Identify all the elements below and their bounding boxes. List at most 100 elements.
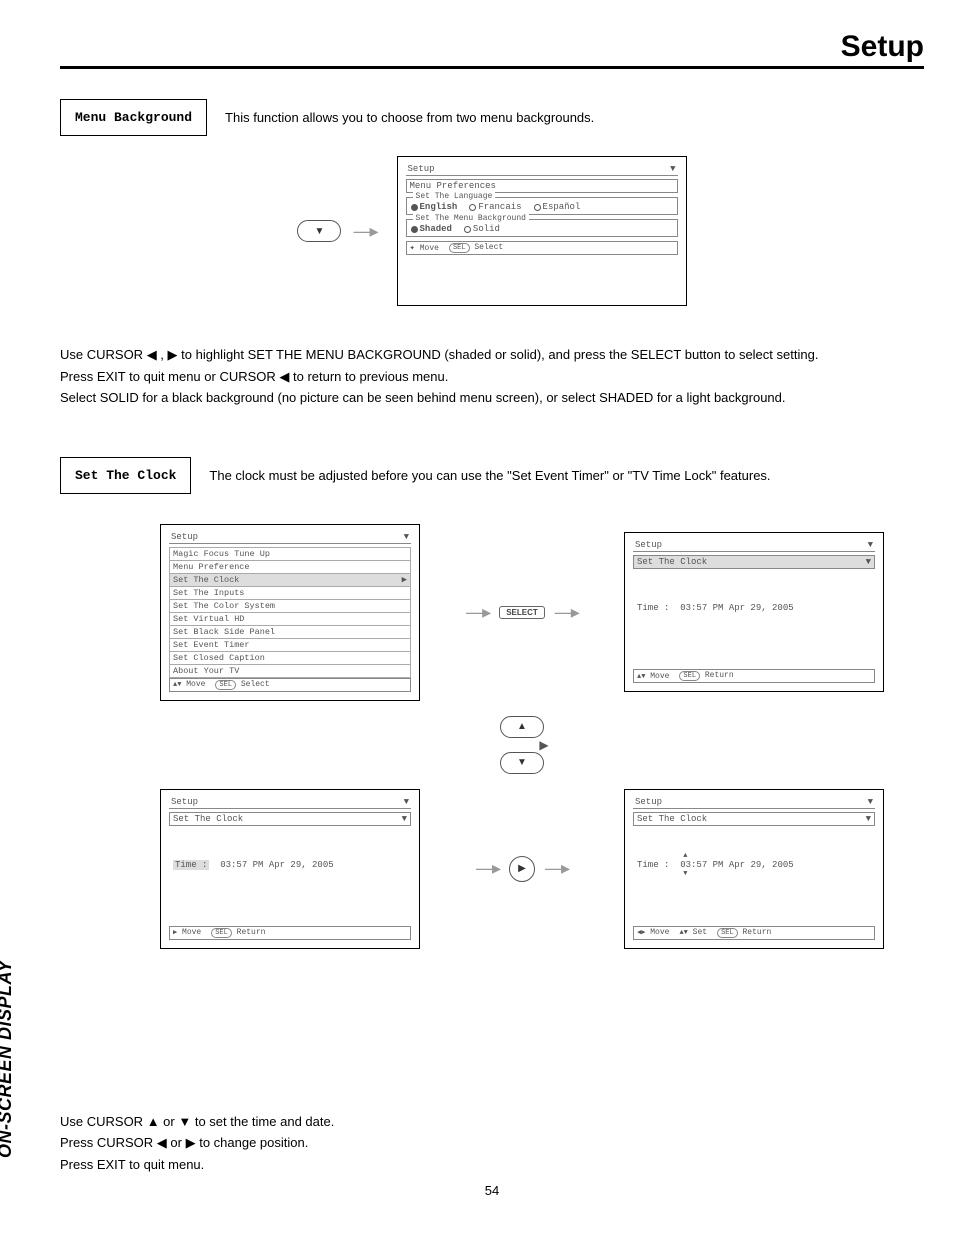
sel-chip: SEL bbox=[679, 671, 700, 681]
arrow-right-icon: —▸ bbox=[555, 602, 578, 623]
osd-title: Setup bbox=[635, 797, 662, 807]
leftright-icon: ◀▶ bbox=[637, 929, 645, 937]
osd-clock-time-hi: Setup ▼ Set The Clock▼ Time : 03:57 PM Ap… bbox=[160, 789, 420, 949]
sel-chip: SEL bbox=[449, 243, 470, 253]
group-label-language: Set The Language bbox=[413, 192, 496, 201]
right-icon: ▶ bbox=[173, 929, 177, 937]
down-icon: ▼ bbox=[178, 1114, 191, 1129]
page-number: 54 bbox=[60, 1183, 924, 1198]
page-title: Setup bbox=[60, 30, 924, 69]
chevron-down-icon: ▼ bbox=[868, 540, 873, 550]
radio-filled-icon bbox=[411, 226, 418, 233]
radio-solid: Solid bbox=[464, 224, 500, 234]
osd-subtitle: Set The Clock▼ bbox=[633, 812, 875, 826]
remote-right-button: ▶ bbox=[509, 856, 535, 882]
arrow-right-icon: —▸ bbox=[466, 602, 489, 623]
clock-flow: Setup ▼ Magic Focus Tune Up Menu Preferen… bbox=[160, 524, 884, 949]
osd-title: Setup bbox=[171, 532, 198, 542]
radio-filled-icon bbox=[411, 204, 418, 211]
arrow-right-icon: —▸ bbox=[353, 221, 376, 242]
arrow-right-icon: —▸ bbox=[476, 858, 499, 879]
arrow-right-icon: —▸ bbox=[545, 858, 568, 879]
up-icon: ▲ bbox=[147, 1114, 160, 1129]
callout-set-clock: Set The Clock bbox=[60, 457, 191, 494]
osd-title: Setup bbox=[635, 540, 662, 550]
updown-icon: ▲▼ bbox=[173, 681, 181, 689]
left-icon: ◀ bbox=[157, 1135, 167, 1150]
osd-title: Setup bbox=[171, 797, 198, 807]
list-item: Set Virtual HD bbox=[169, 613, 411, 626]
osd-footer: ▲▼ Move SEL Return bbox=[633, 669, 875, 683]
chevron-down-icon: ▼ bbox=[404, 797, 409, 807]
remote-center: ▲ ▶ ▼ bbox=[160, 716, 884, 774]
chevron-down-icon: ▼ bbox=[404, 532, 409, 542]
intro-set-clock: The clock must be adjusted before you ca… bbox=[209, 468, 770, 483]
updown-icon: ▲▼ bbox=[637, 673, 645, 681]
left-icon: ◀ bbox=[279, 369, 289, 384]
right-icon: ▶ bbox=[518, 863, 526, 874]
right-icon: ▶ bbox=[402, 575, 407, 585]
time-label-highlighted: Time : bbox=[173, 860, 209, 870]
clock-instruction-1: Use CURSOR ▲ or ▼ to set the time and da… bbox=[60, 1113, 924, 1131]
osd-menu-preferences: Setup▼ Menu Preferences Set The Language… bbox=[397, 156, 687, 306]
list-item: Set Black Side Panel bbox=[169, 626, 411, 639]
radio-empty-icon bbox=[469, 204, 476, 211]
right-icon: ▶ bbox=[186, 1135, 196, 1150]
group-label-bg: Set The Menu Background bbox=[413, 214, 529, 223]
remote-up-button: ▲ bbox=[500, 716, 544, 738]
updown-icon: ▲▼ bbox=[679, 929, 687, 937]
osd-setup-list: Setup ▼ Magic Focus Tune Up Menu Preferen… bbox=[160, 524, 420, 701]
clock-instruction-3: Press EXIT to quit menu. bbox=[60, 1156, 924, 1174]
remote-down-button: ▼ bbox=[297, 220, 341, 242]
list-item: Menu Preference bbox=[169, 561, 411, 574]
sel-chip: SEL bbox=[717, 928, 738, 938]
osd-title: Setup bbox=[408, 164, 435, 174]
right-icon: ▶ bbox=[168, 347, 178, 362]
sidebar-label: ON-SCREEN DISPLAY bbox=[0, 960, 16, 1158]
radio-espanol: Español bbox=[534, 202, 581, 212]
chevron-down-icon: ▼ bbox=[315, 226, 325, 237]
osd-clock-edit: Setup ▼ Set The Clock▼ Time : ▲03▼:57 PM … bbox=[624, 789, 884, 949]
chevron-down-icon: ▼ bbox=[868, 797, 873, 807]
osd-footer: ✦ Move SEL Select bbox=[406, 241, 678, 255]
list-item: Magic Focus Tune Up bbox=[169, 547, 411, 561]
osd-subtitle: Set The Clock▼ bbox=[169, 812, 411, 826]
left-icon: ◀ bbox=[147, 347, 157, 362]
list-item: Set Event Timer bbox=[169, 639, 411, 652]
osd-subtitle: Menu Preferences bbox=[406, 179, 678, 193]
sel-chip: SEL bbox=[215, 680, 236, 690]
select-chip: SELECT bbox=[499, 606, 545, 619]
radio-shaded: Shaded bbox=[411, 224, 452, 234]
osd-menu-bg-group: ▼ —▸ Setup▼ Menu Preferences Set The Lan… bbox=[60, 156, 924, 306]
section-menu-background: Menu Background This function allows you… bbox=[60, 99, 924, 136]
list-item: Set The Color System bbox=[169, 600, 411, 613]
chevron-down-icon: ▼ bbox=[517, 757, 527, 768]
radio-empty-icon bbox=[534, 204, 541, 211]
time-display: Time : 03:57 PM Apr 29, 2005 bbox=[169, 830, 411, 890]
group-menu-bg: Set The Menu Background Shaded Solid bbox=[406, 219, 678, 237]
up-icon: ▲ bbox=[683, 852, 687, 860]
callout-menu-background: Menu Background bbox=[60, 99, 207, 136]
section-set-clock: Set The Clock The clock must be adjusted… bbox=[60, 457, 924, 494]
radio-francais: Francais bbox=[469, 202, 521, 212]
down-icon: ▼ bbox=[683, 870, 687, 878]
right-icon: ▶ bbox=[539, 738, 548, 752]
list-item-selected: Set The Clock▶ bbox=[169, 574, 411, 587]
intro-menu-background: This function allows you to choose from … bbox=[225, 110, 594, 125]
osd-footer: ◀▶ Move ▲▼ Set SEL Return bbox=[633, 926, 875, 940]
chevron-down-icon: ▼ bbox=[866, 814, 871, 824]
instruction-line-1: Use CURSOR ◀ , ▶ to highlight SET THE ME… bbox=[60, 346, 924, 364]
list-item: Set The Inputs bbox=[169, 587, 411, 600]
radio-english: English bbox=[411, 202, 458, 212]
osd-clock-view: Setup▼ Set The Clock▼ Time : 03:57 PM Ap… bbox=[624, 532, 884, 692]
group-language: Set The Language English Francais Españo… bbox=[406, 197, 678, 215]
list-item: About Your TV bbox=[169, 665, 411, 678]
instruction-line-2: Press EXIT to quit menu or CURSOR ◀ to r… bbox=[60, 368, 924, 386]
chevron-down-icon: ▼ bbox=[402, 814, 407, 824]
chevron-down-icon: ▼ bbox=[866, 557, 871, 567]
remote-down-button: ▼ bbox=[500, 752, 544, 774]
radio-empty-icon bbox=[464, 226, 471, 233]
diamond-icon: ✦ bbox=[410, 243, 415, 253]
chevron-up-icon: ▲ bbox=[517, 721, 527, 732]
time-display: Time : ▲03▼:57 PM Apr 29, 2005 bbox=[633, 830, 875, 890]
